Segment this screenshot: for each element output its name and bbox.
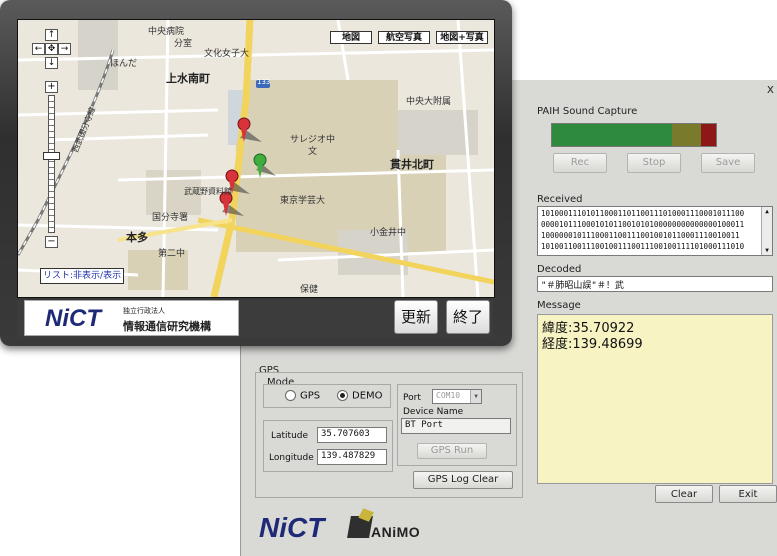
pan-center-icon[interactable]: ✥ — [45, 43, 58, 55]
chevron-down-icon[interactable]: ▼ — [470, 390, 481, 403]
zoom-in-button[interactable]: + — [45, 81, 58, 93]
map-label: 中央大附属 — [406, 97, 452, 107]
update-button[interactable]: 更新 — [394, 300, 438, 334]
gps-log-clear-button[interactable]: GPS Log Clear — [413, 471, 513, 489]
map-label: 上水南町 — [166, 72, 210, 85]
message-title: Message — [537, 300, 581, 311]
message-textarea[interactable]: 緯度:35.70922 経度:139.48699 — [537, 314, 773, 484]
message-longitude: 経度:139.48699 — [542, 337, 643, 352]
pan-down-icon[interactable]: ↓ — [45, 57, 58, 69]
map-view[interactable]: 上水南町 貫井北町 本多 文化女子大 サレジオ中 東京学芸大 小金井中 中央大附… — [17, 19, 495, 298]
window-close-button[interactable]: x — [767, 82, 774, 96]
scroll-up-icon[interactable]: ▲ — [762, 207, 772, 216]
clear-button[interactable]: Clear — [655, 485, 713, 503]
map-label: 小金井中 — [370, 228, 407, 238]
zoom-out-button[interactable]: − — [45, 236, 58, 248]
map-popup-window: 上水南町 貫井北町 本多 文化女子大 サレジオ中 東京学芸大 小金井中 中央大附… — [0, 0, 512, 346]
nict-logo-text: NiCT — [45, 305, 101, 332]
gps-run-button[interactable]: GPS Run — [417, 443, 487, 459]
pan-left-icon[interactable]: ← — [32, 43, 45, 55]
exit-button[interactable]: Exit — [719, 485, 777, 503]
mode-demo-label: DEMO — [352, 390, 383, 402]
zoom-slider-handle[interactable] — [43, 152, 60, 160]
received-title: Received — [537, 194, 583, 205]
animo-logo-accent — [358, 508, 374, 522]
longitude-input[interactable]: 139.487829 — [317, 449, 387, 465]
map-label: 武蔵野資料館 — [184, 187, 232, 196]
level-bar-green — [552, 124, 672, 146]
port-select[interactable]: COM10 ▼ — [432, 389, 482, 404]
zoom-slider-track[interactable] — [48, 95, 55, 233]
latitude-label: Latitude — [271, 431, 309, 441]
decoded-title: Decoded — [537, 264, 582, 275]
map-label: 貫井北町 — [390, 158, 434, 171]
pan-right-icon[interactable]: → — [58, 43, 71, 55]
sound-capture-title: PAIH Sound Capture — [537, 106, 638, 117]
map-label: 国分寺署 — [152, 213, 189, 223]
map-label: 文 — [308, 147, 318, 157]
close-map-button[interactable]: 終了 — [446, 300, 490, 334]
list-toggle-link[interactable]: リスト:非表示/表示 — [40, 268, 125, 284]
device-name-label: Device Name — [403, 407, 464, 417]
mode-gps-label: GPS — [300, 390, 321, 402]
port-value: COM10 — [436, 391, 461, 400]
org-small-label: 独立行政法人 — [123, 307, 165, 315]
latitude-input[interactable]: 35.707603 — [317, 427, 387, 443]
map-pan-control: ↑ ← ✥ → ↓ — [32, 29, 72, 79]
nict-logo-bottom: NiCT — [259, 512, 325, 543]
pan-up-icon[interactable]: ↑ — [45, 29, 58, 41]
port-label: Port — [403, 393, 421, 403]
received-line: 1010011001110010011100111001001111010001… — [541, 242, 745, 251]
level-bar-red — [700, 124, 716, 146]
map-type-map-button[interactable]: 地図 — [330, 31, 372, 44]
map-label: 保健 — [300, 285, 319, 295]
message-latitude: 緯度:35.70922 — [542, 321, 635, 336]
route-number: 133 — [257, 78, 271, 86]
decoded-field[interactable]: "＃肺昭山誤"＃！武 — [537, 276, 773, 292]
received-line: 0000101110001010110010101000000000000001… — [541, 220, 745, 229]
org-name-label: 情報通信研究機構 — [123, 320, 211, 333]
map-label: 東京学芸大 — [280, 196, 326, 206]
save-button[interactable]: Save — [701, 153, 755, 173]
map-type-hybrid-button[interactable]: 地図+写真 — [436, 31, 488, 44]
device-name-field[interactable]: BT Port — [401, 418, 511, 434]
map-label: 第二中 — [158, 249, 186, 259]
mode-gps-radio[interactable]: GPS — [285, 390, 320, 402]
animo-logo-text: ANiMO — [371, 524, 421, 540]
nict-logo-panel: NiCT 独立行政法人 情報通信研究機構 — [24, 300, 239, 336]
map-label: ほんだ — [110, 59, 138, 69]
map-label: 本多 — [126, 231, 148, 244]
received-line: 1010001110101100011011001110100011100010… — [541, 209, 745, 218]
received-line: 1000000101110001100111001001011000111001… — [541, 231, 740, 240]
radio-gps-icon[interactable] — [285, 390, 296, 401]
animo-logo-icon — [347, 508, 374, 538]
audio-level-meter — [551, 123, 717, 147]
scroll-down-icon[interactable]: ▼ — [762, 246, 772, 255]
map-type-satellite-button[interactable]: 航空写真 — [378, 31, 430, 44]
mode-demo-radio[interactable]: DEMO — [337, 390, 383, 402]
received-bits-textarea[interactable]: 1010001110101100011011001110100011100010… — [537, 206, 773, 256]
map-label: 文化女子大 — [204, 49, 250, 59]
map-label: 分室 — [174, 39, 193, 49]
received-scrollbar[interactable]: ▲ ▼ — [761, 207, 772, 255]
level-bar-yellow — [671, 124, 701, 146]
radio-demo-icon[interactable] — [337, 390, 348, 401]
rec-button[interactable]: Rec — [553, 153, 607, 173]
stop-button[interactable]: Stop — [627, 153, 681, 173]
longitude-label: Longitude — [269, 453, 314, 463]
